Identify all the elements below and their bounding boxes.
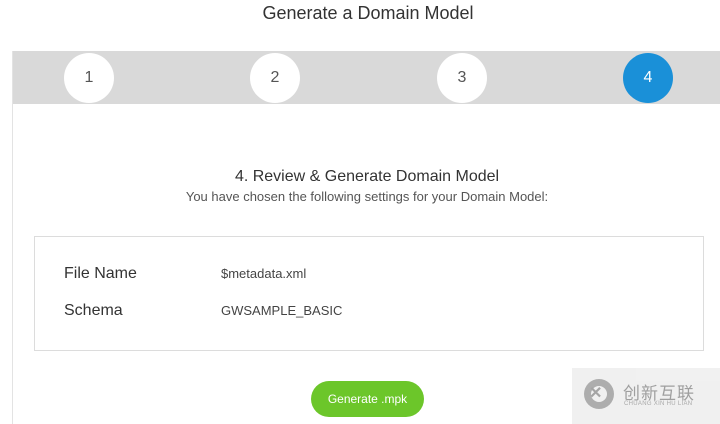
watermark: ✕ 创新互联 CHUANG XIN HU LIAN xyxy=(572,368,720,424)
step-1[interactable]: 1 xyxy=(64,53,114,103)
cx-logo-mark: ✕ xyxy=(589,385,603,402)
review-heading: 4. Review & Generate Domain Model xyxy=(234,168,500,185)
setting-value-schema: GWSAMPLE_BASIC xyxy=(221,303,343,318)
setting-row-file-name: File Name $metadata.xml xyxy=(64,265,664,285)
settings-summary-box: File Name $metadata.xml Schema GWSAMPLE_… xyxy=(34,236,704,351)
step-4-active[interactable]: 4 xyxy=(623,53,673,103)
generate-mpk-button[interactable]: Generate .mpk xyxy=(311,381,424,417)
review-subheading: You have chosen the following settings f… xyxy=(185,189,549,204)
wizard-steps-bar: 1 2 3 4 xyxy=(13,51,720,104)
step-2[interactable]: 2 xyxy=(250,53,300,103)
setting-label-schema: Schema xyxy=(64,302,123,319)
page-title: Generate a Domain Model xyxy=(262,3,474,23)
setting-label-file-name: File Name xyxy=(64,265,137,282)
setting-value-file-name: $metadata.xml xyxy=(221,266,307,281)
setting-row-schema: Schema GWSAMPLE_BASIC xyxy=(64,302,664,322)
watermark-text-en: CHUANG XIN HU LIAN xyxy=(624,401,693,407)
step-3[interactable]: 3 xyxy=(437,53,487,103)
